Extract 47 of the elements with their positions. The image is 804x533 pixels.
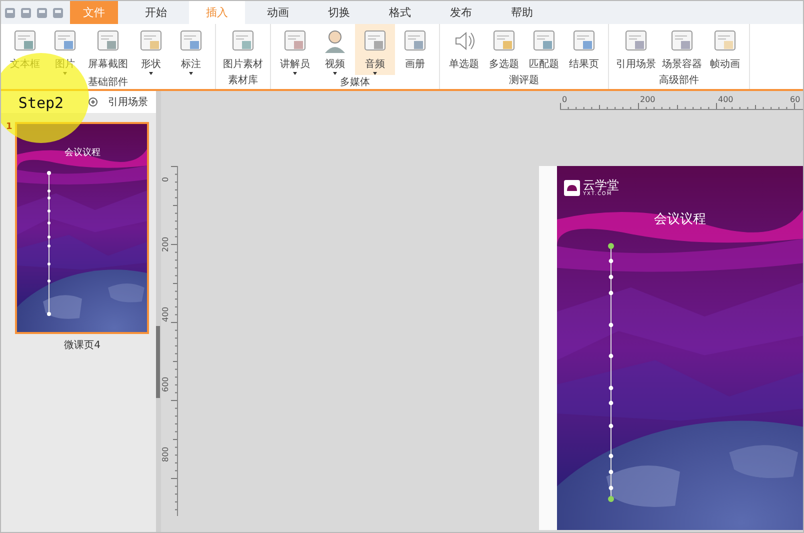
group-label: 基础部件: [87, 76, 129, 90]
person-icon: [322, 28, 348, 54]
ribbon-button[interactable]: 引用场景: [613, 24, 659, 73]
step-label: Step2: [18, 94, 64, 112]
ruler-label: 60: [790, 95, 800, 104]
ribbon-button[interactable]: 多选题: [484, 24, 524, 73]
slide-caption: 微课页4: [64, 339, 100, 352]
ribbon-button[interactable]: 场景容器: [659, 24, 705, 73]
ribbon-button[interactable]: 讲解员: [275, 24, 315, 75]
ruler-label: 800: [161, 446, 170, 462]
group-label: 高级部件: [658, 74, 700, 88]
thumbnail-title: 会议议程: [63, 146, 102, 159]
menu-tab[interactable]: 切换: [311, 1, 367, 24]
ribbon-button[interactable]: 形状: [131, 24, 171, 75]
splitter-handle[interactable]: [156, 326, 160, 398]
ruler-label: 400: [718, 95, 734, 104]
menu-tab[interactable]: 帮助: [494, 1, 550, 24]
ruler-label: 0: [161, 176, 170, 182]
ruler-label: 0: [562, 95, 568, 104]
ribbon-button[interactable]: 屏幕截图: [85, 24, 131, 75]
ribbon-button[interactable]: 帧动画: [705, 24, 745, 73]
ribbon-button[interactable]: 匹配题: [524, 24, 564, 73]
panel-tab[interactable]: 引用场景: [108, 95, 148, 109]
menu-tab[interactable]: 发布: [433, 1, 489, 24]
menu-tab[interactable]: 格式: [372, 1, 428, 24]
ribbon-button[interactable]: 音频: [355, 24, 395, 75]
add-icon[interactable]: [88, 97, 98, 107]
ribbon-button[interactable]: 单选题: [444, 24, 484, 73]
ribbon-button[interactable]: 结果页: [564, 24, 604, 73]
ribbon-button[interactable]: 视频: [315, 24, 355, 75]
group-label: 多媒体: [339, 76, 371, 90]
slide-number: 1: [6, 122, 12, 132]
ribbon-button[interactable]: 图片素材: [220, 24, 266, 73]
logo-icon: [564, 180, 580, 196]
ribbon-button[interactable]: 标注: [171, 24, 211, 75]
group-label: 素材库: [227, 74, 259, 88]
menu-tab[interactable]: 动画: [250, 1, 306, 24]
ruler-label: 400: [161, 306, 170, 322]
logo-name: 云学堂: [583, 179, 619, 191]
menu-tab[interactable]: 开始: [128, 1, 184, 24]
ruler-label: 200: [640, 95, 656, 104]
slide-thumbnail[interactable]: 会议议程: [15, 122, 150, 334]
group-label: 测评题: [508, 74, 540, 88]
ruler-label: 200: [161, 236, 170, 252]
ruler-label: 600: [161, 376, 170, 392]
slide-title: 会议议程: [653, 211, 707, 228]
ribbon-button[interactable]: 画册: [395, 24, 435, 75]
